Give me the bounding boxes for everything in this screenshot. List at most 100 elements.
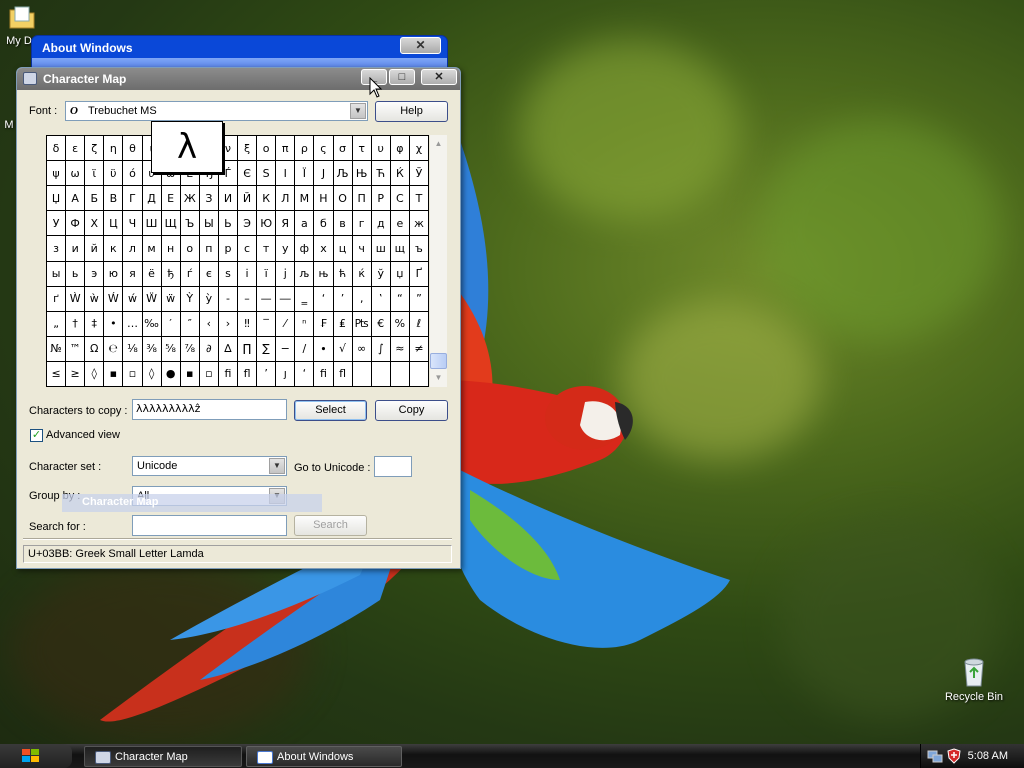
character-cell[interactable]: н (161, 236, 181, 262)
character-cell[interactable]: ≈ (390, 336, 410, 362)
character-cell[interactable]: ’ (257, 361, 277, 387)
character-cell[interactable] (371, 361, 391, 387)
character-cell[interactable]: ‰ (142, 311, 162, 337)
character-cell[interactable]: Б (85, 186, 105, 212)
character-cell[interactable]: ∕ (295, 336, 315, 362)
character-cell[interactable]: ї (257, 261, 277, 287)
character-grid[interactable]: δεζηθικλμνξοπρςστυφχψωϊϋόύώЁЂЃЄЅІЇЈЉЊЋЌЎ… (46, 135, 429, 387)
character-cell[interactable]: … (123, 311, 143, 337)
character-cell[interactable]: у (276, 236, 296, 262)
scroll-thumb[interactable] (430, 353, 447, 369)
font-dropdown[interactable]: O Trebuchet MS ▼ (65, 101, 368, 121)
character-cell[interactable]: Е (161, 186, 181, 212)
character-cell[interactable]: и (66, 236, 86, 262)
character-cell[interactable]: Э (238, 211, 258, 237)
character-cell[interactable]: ‾ (257, 311, 277, 337)
character-cell[interactable]: Й (238, 186, 258, 212)
character-cell[interactable]: м (142, 236, 162, 262)
title-bar[interactable]: Character Map _ □ ✕ (17, 68, 460, 90)
character-cell[interactable]: Ẅ (142, 286, 162, 312)
character-cell[interactable]: ẁ (85, 286, 105, 312)
scroll-down-icon[interactable]: ▼ (430, 371, 447, 385)
character-cell[interactable]: У (47, 211, 67, 237)
character-cell[interactable]: ﬁ (314, 361, 334, 387)
character-cell[interactable]: ў (371, 261, 391, 287)
character-cell[interactable]: л (123, 236, 143, 262)
character-cell[interactable]: ∑ (257, 336, 277, 362)
character-cell[interactable]: ґ (47, 286, 67, 312)
character-cell[interactable]: ⅝ (161, 336, 181, 362)
go-to-unicode-input[interactable] (374, 456, 412, 477)
character-cell[interactable]: ц (333, 236, 353, 262)
character-cell[interactable]: Ф (66, 211, 86, 237)
character-cell[interactable]: ™ (66, 336, 86, 362)
character-cell[interactable]: ≤ (47, 361, 67, 387)
character-cell[interactable]: • (104, 311, 124, 337)
copy-button[interactable]: Copy (375, 400, 448, 421)
character-cell[interactable]: Я (276, 211, 296, 237)
character-cell[interactable]: ≥ (66, 361, 86, 387)
character-cell[interactable]: д (371, 211, 391, 237)
character-cell[interactable] (390, 361, 410, 387)
character-cell[interactable]: ѓ (180, 261, 200, 287)
character-cell[interactable]: ό (123, 161, 143, 187)
character-cell[interactable]: ⅛ (123, 336, 143, 362)
search-input[interactable] (132, 515, 287, 536)
character-cell[interactable]: ⅜ (142, 336, 162, 362)
character-cell[interactable]: ч (352, 236, 372, 262)
character-cell[interactable]: ◊ (85, 361, 105, 387)
character-cell[interactable]: г (352, 211, 372, 237)
character-cell[interactable]: Џ (47, 186, 67, 212)
character-cell[interactable]: М (295, 186, 315, 212)
character-cell[interactable]: О (333, 186, 353, 212)
character-cell[interactable]: “ (390, 286, 410, 312)
character-cell[interactable]: ο (257, 136, 277, 162)
chars-to-copy-input[interactable]: λλλλλλλλλẑ (132, 399, 287, 420)
taskbar-item-character-map[interactable]: Character Map (84, 746, 242, 767)
character-cell[interactable]: Г (123, 186, 143, 212)
start-button[interactable] (0, 744, 72, 768)
character-cell[interactable]: ỳ (199, 286, 219, 312)
character-cell[interactable]: τ (352, 136, 372, 162)
character-cell[interactable]: ѕ (218, 261, 238, 287)
character-cell[interactable]: Ю (257, 211, 277, 237)
character-cell[interactable]: ‼ (238, 311, 258, 337)
desktop-icon-my-computer[interactable]: M (2, 119, 16, 131)
character-cell[interactable]: Ј (314, 161, 334, 187)
character-cell[interactable]: ζ (85, 136, 105, 162)
character-cell[interactable]: Ы (199, 211, 219, 237)
character-cell[interactable]: Ѕ (257, 161, 277, 187)
character-cell[interactable]: Ь (218, 211, 238, 237)
character-cell[interactable]: а (295, 211, 315, 237)
character-cell[interactable]: ﬂ (333, 361, 353, 387)
character-cell[interactable]: ќ (352, 261, 372, 287)
grid-scrollbar[interactable]: ▲ ▼ (430, 135, 447, 387)
character-cell[interactable]: Њ (352, 161, 372, 187)
character-cell[interactable]: ∂ (199, 336, 219, 362)
character-cell[interactable]: Љ (333, 161, 353, 187)
character-cell[interactable]: ф (295, 236, 315, 262)
character-cell[interactable]: ξ (238, 136, 258, 162)
character-cell[interactable]: υ (371, 136, 391, 162)
character-cell[interactable]: В (104, 186, 124, 212)
character-cell[interactable]: ⅞ (180, 336, 200, 362)
character-cell[interactable]: φ (390, 136, 410, 162)
character-cell[interactable]: ” (409, 286, 429, 312)
character-cell[interactable]: θ (123, 136, 143, 162)
character-cell[interactable] (409, 361, 429, 387)
character-cell[interactable]: ▫ (199, 361, 219, 387)
character-cell[interactable]: ◊ (142, 361, 162, 387)
taskbar-item-about-windows[interactable]: About Windows (246, 746, 402, 767)
character-cell[interactable]: ћ (333, 261, 353, 287)
character-cell[interactable]: Л (276, 186, 296, 212)
character-cell[interactable]: ﬂ (238, 361, 258, 387)
character-cell[interactable]: Є (238, 161, 258, 187)
character-cell[interactable]: ẅ (161, 286, 181, 312)
character-cell[interactable]: п (199, 236, 219, 262)
character-cell[interactable]: δ (47, 136, 67, 162)
character-cell[interactable]: й (85, 236, 105, 262)
character-cell[interactable]: ё (142, 261, 162, 287)
character-cell[interactable]: ∞ (352, 336, 372, 362)
character-cell[interactable]: р (218, 236, 238, 262)
character-cell[interactable]: И (218, 186, 238, 212)
